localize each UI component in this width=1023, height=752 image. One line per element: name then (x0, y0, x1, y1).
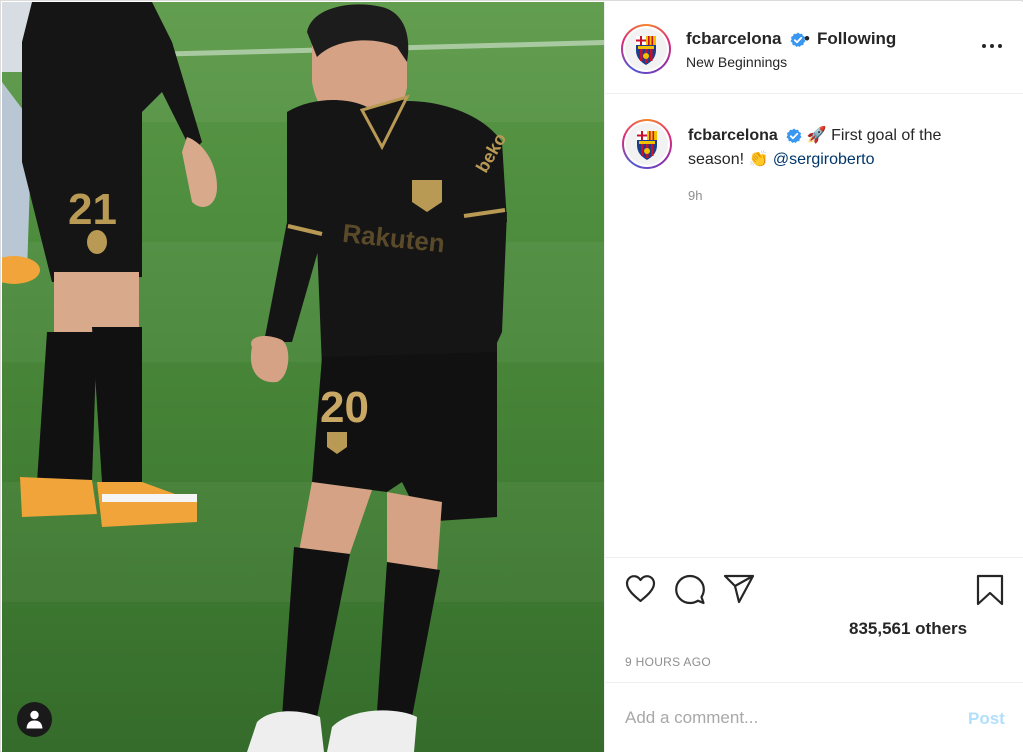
avatar[interactable] (621, 24, 671, 74)
comment-input[interactable] (625, 707, 945, 729)
location-link[interactable]: New Beginnings (686, 54, 787, 70)
person-silhouette-icon (26, 710, 43, 729)
post-caption: fcbarcelona 🚀 First goal of the season! … (688, 124, 988, 172)
comment-bar: Post (605, 682, 1023, 752)
post-comment-button[interactable]: Post (968, 709, 1005, 729)
likes-count[interactable]: 835,561 others (849, 619, 967, 639)
players-illustration: 21 Rakuten beko 20 (2, 2, 510, 752)
caption-username[interactable]: fcbarcelona (688, 127, 778, 144)
caption-avatar[interactable] (622, 119, 672, 169)
caption-time[interactable]: 9h (688, 188, 702, 203)
svg-text:20: 20 (320, 383, 369, 432)
fcb-crest-icon (625, 28, 667, 70)
follow-separator: • (804, 29, 810, 48)
following-button[interactable]: Following (817, 29, 896, 49)
bookmark-icon[interactable] (976, 574, 1004, 606)
share-icon[interactable] (723, 574, 755, 604)
more-options-icon[interactable] (978, 36, 1006, 56)
fcb-crest-icon (626, 123, 668, 165)
post-photo[interactable]: 21 Rakuten beko 20 (2, 2, 604, 752)
background-player: 21 (2, 2, 217, 527)
mention-link[interactable]: @sergiroberto (773, 151, 875, 168)
clap-emoji: 👏 (748, 151, 769, 168)
actions-divider (605, 557, 1023, 558)
svg-text:21: 21 (68, 185, 117, 234)
main-player: Rakuten beko 20 (247, 4, 510, 752)
post-header: fcbarcelona • Following New Beginnings (605, 2, 1023, 94)
rocket-emoji: 🚀 (806, 127, 827, 144)
post-timestamp[interactable]: 9 HOURS AGO (625, 655, 711, 669)
post-detail-panel: fcbarcelona • Following New Beginnings f… (604, 2, 1023, 752)
person-tag-icon[interactable] (17, 702, 52, 737)
heart-icon[interactable] (625, 574, 656, 603)
comment-icon[interactable] (674, 574, 706, 606)
header-username[interactable]: fcbarcelona (686, 29, 806, 49)
instagram-post-viewer: 21 Rakuten beko 20 fcbarcelona • Followi… (0, 0, 1023, 752)
verified-badge-icon (786, 128, 802, 143)
